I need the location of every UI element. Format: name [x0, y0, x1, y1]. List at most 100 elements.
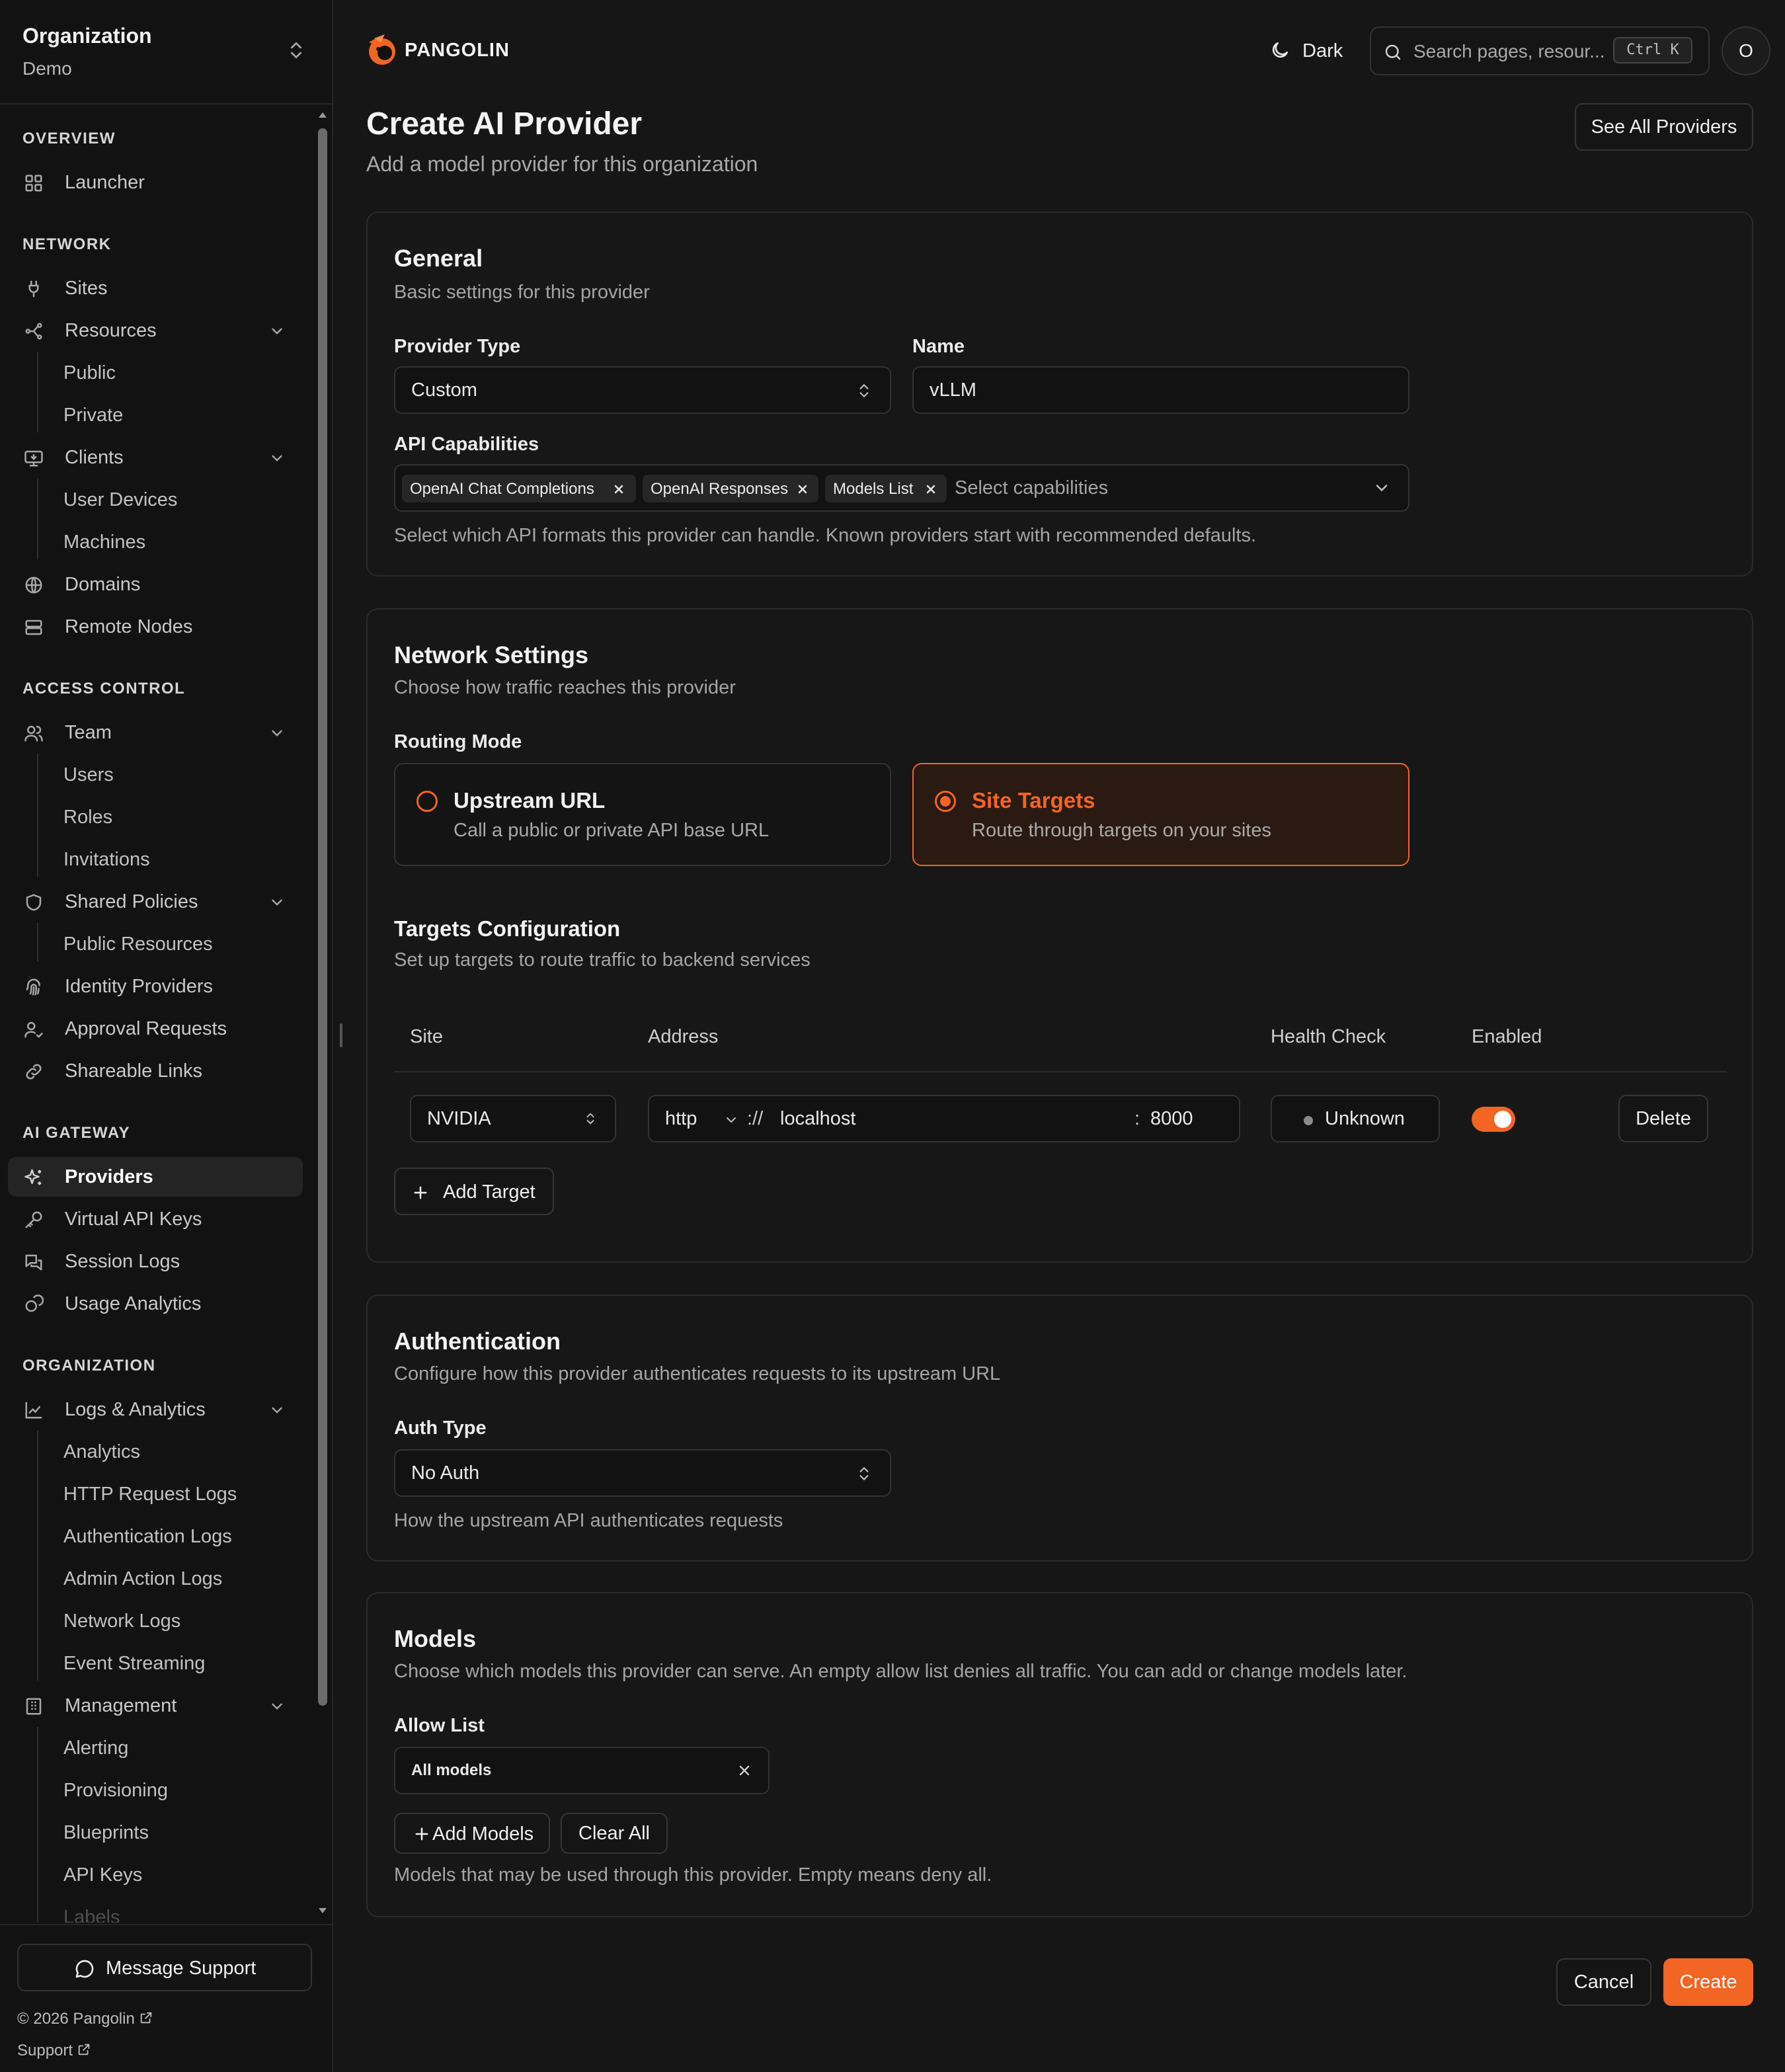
sidebar-item-management[interactable]: Management	[8, 1686, 303, 1726]
target-address-input[interactable]: http :// localhost : 8000	[648, 1095, 1240, 1142]
close-icon[interactable]	[924, 483, 937, 496]
sidebar-item-identity-providers[interactable]: Identity Providers	[8, 967, 303, 1006]
submenu-rail	[37, 352, 38, 432]
sidebar-subitem-public-resources[interactable]: Public Resources	[63, 934, 213, 955]
create-button[interactable]: Create	[1663, 1958, 1753, 2006]
building-icon	[24, 1696, 44, 1716]
close-icon[interactable]	[736, 1763, 752, 1778]
auth-subtitle: Configure how this provider authenticate…	[394, 1363, 1001, 1384]
sidebar-subitem-event-streaming[interactable]: Event Streaming	[63, 1653, 205, 1675]
sidebar-resize-handle[interactable]	[340, 1023, 342, 1047]
fingerprint-icon	[24, 977, 44, 997]
sidebar-subitem-http-request-logs[interactable]: HTTP Request Logs	[63, 1484, 237, 1505]
scheme-separator: ://	[747, 1108, 764, 1129]
sidebar-subitem-machines[interactable]: Machines	[63, 532, 145, 553]
close-icon[interactable]	[796, 483, 809, 496]
sidebar-item-clients[interactable]: Clients	[8, 438, 303, 477]
health-check-button[interactable]: Unknown	[1271, 1095, 1440, 1142]
sidebar-subitem-private[interactable]: Private	[63, 405, 123, 426]
sidebar-item-launcher[interactable]: Launcher	[8, 163, 303, 202]
server-icon	[24, 618, 44, 637]
sidebar-item-session-logs[interactable]: Session Logs	[8, 1242, 303, 1281]
sidebar-subitem-api-keys[interactable]: API Keys	[63, 1864, 142, 1886]
routing-site-targets-option[interactable]: Site Targets Route through targets on yo…	[912, 763, 1409, 866]
sidebar-item-shareable-links[interactable]: Shareable Links	[8, 1051, 303, 1091]
sidebar-item-domains[interactable]: Domains	[8, 565, 303, 604]
sidebar-item-sites[interactable]: Sites	[8, 268, 303, 308]
sidebar-subitem-analytics[interactable]: Analytics	[63, 1441, 140, 1463]
sidebar-subitem-invitations[interactable]: Invitations	[63, 849, 150, 871]
see-all-providers-button[interactable]: See All Providers	[1575, 103, 1753, 151]
plus-icon	[413, 1825, 431, 1843]
search-input[interactable]: Search pages, resour... Ctrl K	[1370, 26, 1710, 75]
sidebar-item-label: Logs & Analytics	[65, 1399, 206, 1420]
allow-list-help: Models that may be used through this pro…	[394, 1864, 992, 1886]
target-host-input[interactable]: localhost	[780, 1108, 855, 1130]
support-link[interactable]: Support	[17, 2042, 91, 2060]
sidebar-item-label: Team	[65, 722, 112, 743]
org-switcher[interactable]: Organization Demo	[0, 0, 332, 104]
column-address: Address	[648, 1026, 719, 1047]
target-enabled-toggle[interactable]	[1472, 1107, 1515, 1132]
message-support-button[interactable]: Message Support	[17, 1944, 312, 1991]
scroll-down-icon[interactable]	[316, 1904, 329, 1917]
clear-all-button[interactable]: Clear All	[561, 1813, 668, 1854]
allow-list-chip: All models	[394, 1747, 770, 1794]
port-separator: :	[1134, 1108, 1140, 1129]
sidebar-item-logs-analytics[interactable]: Logs & Analytics	[8, 1390, 303, 1429]
sidebar-item-virtual-api-keys[interactable]: Virtual API Keys	[8, 1199, 303, 1239]
sidebar-item-resources[interactable]: Resources	[8, 311, 303, 350]
name-input[interactable]: vLLM	[912, 366, 1409, 414]
add-target-button[interactable]: Add Target	[394, 1168, 554, 1215]
radio-button[interactable]	[416, 791, 438, 812]
status-dot	[1304, 1116, 1313, 1125]
sidebar-subitem-user-devices[interactable]: User Devices	[63, 489, 177, 511]
sidebar-subitem-labels[interactable]: Labels	[63, 1907, 120, 1923]
scroll-up-icon[interactable]	[316, 108, 329, 122]
sidebar-item-remote-nodes[interactable]: Remote Nodes	[8, 607, 303, 647]
theme-label: Dark	[1302, 40, 1343, 61]
models-card: Models Choose which models this provider…	[366, 1592, 1753, 1917]
routing-upstream-option[interactable]: Upstream URL Call a public or private AP…	[394, 763, 891, 866]
submenu-rail	[37, 479, 38, 559]
sidebar-item-label: Approval Requests	[65, 1018, 227, 1039]
sidebar-scroll-thumb[interactable]	[318, 128, 327, 1706]
sidebar-subitem-users[interactable]: Users	[63, 764, 114, 786]
sidebar-item-usage-analytics[interactable]: Usage Analytics	[8, 1284, 303, 1324]
sidebar-item-label: Identity Providers	[65, 976, 214, 997]
target-site-select[interactable]: NVIDIA	[410, 1095, 616, 1142]
sidebar-subitem-alerting[interactable]: Alerting	[63, 1737, 128, 1759]
close-icon[interactable]	[612, 483, 625, 496]
chevrons-up-down-icon	[855, 1464, 873, 1484]
sidebar-subitem-roles[interactable]: Roles	[63, 807, 112, 828]
copyright-link[interactable]: © 2026 Pangolin	[17, 2010, 153, 2028]
sidebar-subitem-network-logs[interactable]: Network Logs	[63, 1611, 180, 1632]
message-circle-icon	[74, 1958, 95, 1979]
theme-toggle-button[interactable]: Dark	[1259, 32, 1358, 69]
auth-type-value: No Auth	[411, 1462, 480, 1484]
sidebar-item-approval-requests[interactable]: Approval Requests	[8, 1009, 303, 1049]
targets-table-header: Site Address Health Check Enabled	[394, 1026, 1727, 1072]
sidebar-subitem-provisioning[interactable]: Provisioning	[63, 1780, 168, 1802]
target-port-input[interactable]: 8000	[1150, 1108, 1193, 1130]
auth-type-select[interactable]: No Auth	[394, 1449, 891, 1497]
link-icon	[24, 1062, 44, 1082]
delete-target-button[interactable]: Delete	[1618, 1095, 1708, 1142]
sidebar-item-providers[interactable]: Providers	[8, 1157, 303, 1197]
chart-line-icon	[24, 1400, 44, 1420]
brand-name: PANGOLIN	[405, 40, 510, 61]
sidebar-item-team[interactable]: Team	[8, 713, 303, 752]
api-capabilities-multiselect[interactable]: OpenAI Chat Completions OpenAI Responses…	[394, 464, 1409, 512]
sidebar-item-shared-policies[interactable]: Shared Policies	[8, 882, 303, 922]
name-label: Name	[912, 336, 965, 357]
provider-type-select[interactable]: Custom	[394, 366, 891, 414]
cancel-button[interactable]: Cancel	[1556, 1958, 1651, 2006]
user-avatar[interactable]: O	[1722, 26, 1770, 75]
target-scheme-select[interactable]: http	[665, 1108, 697, 1130]
add-models-button[interactable]: Add Models	[394, 1813, 550, 1854]
sidebar-subitem-authentication-logs[interactable]: Authentication Logs	[63, 1526, 232, 1548]
sidebar-subitem-blueprints[interactable]: Blueprints	[63, 1822, 149, 1844]
sidebar-subitem-admin-action-logs[interactable]: Admin Action Logs	[63, 1568, 222, 1590]
sidebar-subitem-public[interactable]: Public	[63, 362, 116, 384]
radio-button[interactable]	[935, 791, 956, 812]
